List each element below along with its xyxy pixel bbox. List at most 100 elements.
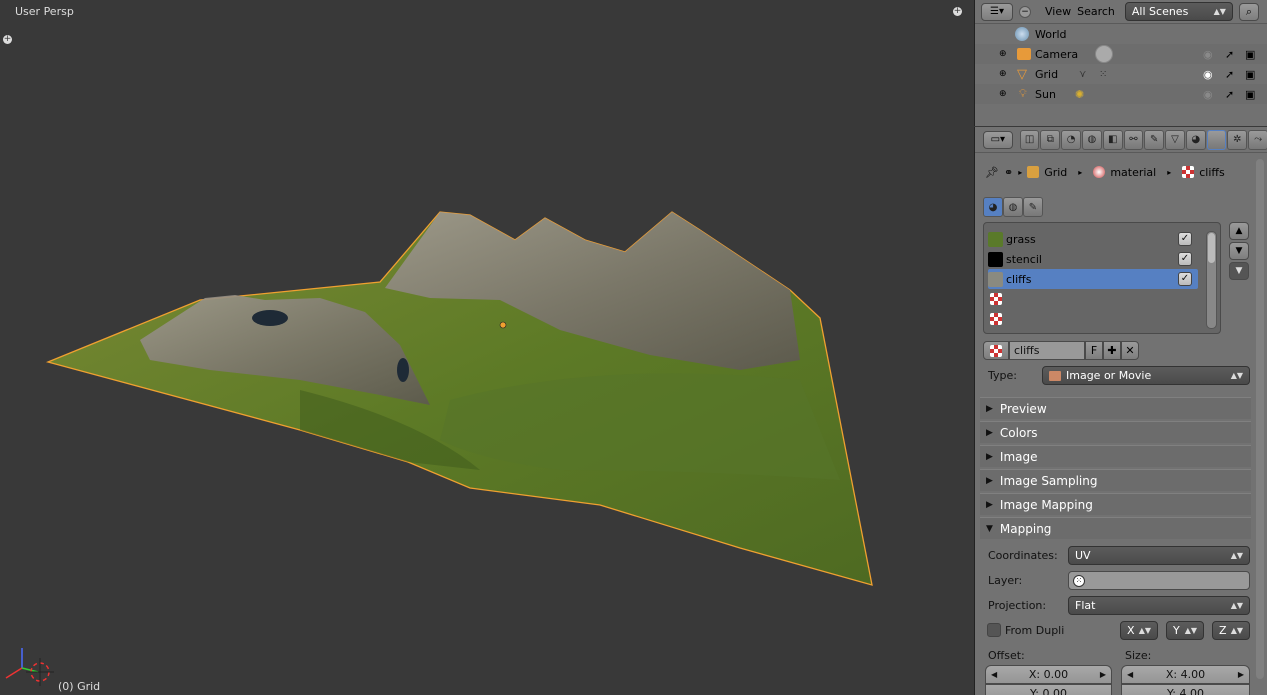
select-cursor-icon[interactable]: ➚: [1225, 68, 1234, 81]
render-camera-icon[interactable]: ▣: [1245, 68, 1255, 81]
panel-colors[interactable]: ▶ Colors: [980, 421, 1251, 443]
panel-image[interactable]: ▶ Image: [980, 445, 1251, 467]
panel-mapping[interactable]: ▼ Mapping: [980, 517, 1251, 539]
size-x-field[interactable]: ◀ X: 4.00 ▶: [1121, 665, 1250, 684]
menu-view[interactable]: View: [1045, 5, 1071, 18]
editor-type-button[interactable]: ▭▾: [983, 130, 1013, 149]
select-cursor-icon[interactable]: ➚: [1225, 88, 1234, 101]
visibility-eye-icon[interactable]: ◉: [1203, 48, 1213, 61]
world-textures-icon[interactable]: ◍: [1003, 197, 1023, 217]
breadcrumb-texture: cliffs: [1199, 165, 1225, 179]
add-icon[interactable]: ✚: [1103, 341, 1121, 360]
list-item[interactable]: grass ✓: [988, 229, 1208, 249]
decrement-icon[interactable]: ◀: [991, 666, 997, 683]
panel-preview[interactable]: ▶ Preview: [980, 397, 1251, 419]
outliner-item-camera[interactable]: ⊕ Camera ◉ ➚ ▣: [975, 44, 1267, 64]
axis-x-select[interactable]: X ▲▼: [1120, 621, 1158, 640]
texture-slot-list[interactable]: grass ✓ stencil ✓ cliffs ✓: [983, 222, 1221, 334]
expand-icon[interactable]: ⊕: [999, 89, 1007, 99]
3d-viewport[interactable]: User Persp + + (0) Grid: [0, 0, 973, 695]
terrain-mesh[interactable]: [0, 0, 973, 695]
texture-browse-button[interactable]: [983, 341, 1009, 360]
list-item[interactable]: stencil ✓: [988, 249, 1208, 269]
particles-tab-icon[interactable]: ✲: [1227, 129, 1248, 150]
move-down-icon[interactable]: ▼: [1229, 242, 1249, 260]
material-icon: [1093, 166, 1106, 178]
menu-icon[interactable]: ▼: [1229, 262, 1249, 280]
list-item-selected[interactable]: cliffs ✓: [988, 269, 1198, 289]
type-value: Image or Movie: [1066, 369, 1152, 382]
material-tab-icon[interactable]: ◕: [1185, 129, 1206, 150]
select-cursor-icon[interactable]: ➚: [1225, 48, 1234, 61]
render-camera-icon[interactable]: ▣: [1245, 88, 1255, 101]
menu-search[interactable]: Search: [1077, 5, 1115, 18]
outliner[interactable]: ☰▾ − View Search All Scenes ▲▼ ⌕ World ⊕ …: [974, 0, 1267, 126]
increment-icon[interactable]: ▶: [1100, 666, 1106, 683]
collapse-icon[interactable]: −: [1019, 5, 1031, 18]
modifiers-tab-icon[interactable]: ✎: [1144, 129, 1165, 150]
axis-y-select[interactable]: Y ▲▼: [1166, 621, 1204, 640]
coordinates-select[interactable]: UV ▲▼: [1068, 546, 1250, 565]
texture-tab-icon[interactable]: [1206, 129, 1227, 150]
outliner-item-grid[interactable]: ⊕ ▽ Grid ⋎ ⁙ ◉ ➚ ▣: [975, 64, 1267, 84]
constraints-tab-icon[interactable]: ⚯: [1123, 129, 1144, 150]
projection-select[interactable]: Flat ▲▼: [1068, 596, 1250, 615]
type-select[interactable]: Image or Movie ▲▼: [1042, 366, 1250, 385]
world-tab-icon[interactable]: ◍: [1082, 129, 1102, 150]
list-item[interactable]: [988, 309, 1208, 329]
slot-enabled-checkbox[interactable]: ✓: [1178, 252, 1192, 266]
layer-field[interactable]: ⁙: [1068, 571, 1250, 590]
slot-label: cliffs: [1006, 272, 1032, 286]
brush-textures-icon[interactable]: ✎: [1023, 197, 1043, 217]
fake-user-button[interactable]: F: [1085, 341, 1103, 360]
panel-image-sampling[interactable]: ▶ Image Sampling: [980, 469, 1251, 491]
slot-label: stencil: [1006, 252, 1042, 266]
from-dupli-checkbox[interactable]: [987, 623, 1001, 637]
texture-name-field[interactable]: cliffs: [1009, 341, 1085, 360]
scene-filter-value: All Scenes: [1131, 5, 1189, 18]
outliner-item-world[interactable]: World: [975, 24, 1267, 44]
move-up-icon[interactable]: ▲: [1229, 222, 1249, 240]
editor-type-button[interactable]: ☰▾: [981, 2, 1013, 21]
increment-icon[interactable]: ▶: [1238, 666, 1244, 683]
offset-x-field[interactable]: ◀ X: 0.00 ▶: [985, 665, 1112, 684]
slot-enabled-checkbox[interactable]: ✓: [1178, 232, 1192, 246]
render-tab-icon[interactable]: ◫: [1019, 129, 1040, 150]
item-label: World: [1035, 27, 1067, 41]
render-layers-tab-icon[interactable]: ⧉: [1040, 129, 1061, 150]
expand-icon[interactable]: ⊕: [999, 69, 1007, 79]
scene-icon: ⚭: [1003, 165, 1014, 179]
pin-icon[interactable]: 📌︎: [985, 166, 999, 179]
texture-context-buttons: ◕ ◍ ✎: [983, 197, 1043, 217]
object-tab-icon[interactable]: ◧: [1102, 129, 1123, 150]
close-icon[interactable]: ✕: [1121, 341, 1139, 360]
chevron-right-icon: ▸: [1018, 167, 1023, 177]
scrollbar-thumb[interactable]: [1208, 233, 1215, 263]
list-item[interactable]: [988, 289, 1208, 309]
search-icon[interactable]: ⌕: [1238, 2, 1259, 21]
decrement-icon[interactable]: ◀: [1127, 666, 1133, 683]
slot-enabled-checkbox[interactable]: ✓: [1178, 272, 1192, 286]
modifier-icon: ⋎: [1079, 68, 1087, 80]
visibility-eye-icon[interactable]: ◉: [1203, 88, 1213, 101]
visibility-eye-icon[interactable]: ◉: [1203, 68, 1213, 81]
data-tab-icon[interactable]: ▽: [1165, 129, 1185, 150]
size-y-field[interactable]: Y: 4.00: [1121, 684, 1250, 695]
scene-tab-icon[interactable]: ◔: [1061, 129, 1081, 150]
physics-tab-icon[interactable]: ⤳: [1248, 129, 1267, 150]
axis-z-select[interactable]: Z ▲▼: [1212, 621, 1250, 640]
material-textures-icon[interactable]: ◕: [983, 197, 1003, 217]
expand-arrow-icon: ▶: [986, 475, 993, 486]
properties-scrollbar[interactable]: [1256, 159, 1264, 679]
projection-label: Projection:: [988, 599, 1047, 612]
panel-image-mapping[interactable]: ▶ Image Mapping: [980, 493, 1251, 515]
outliner-item-sun[interactable]: ⊕ 💡︎ Sun ✺ ◉ ➚ ▣: [975, 84, 1267, 104]
world-icon: [1015, 27, 1029, 41]
list-scrollbar[interactable]: [1206, 231, 1217, 329]
chevron-right-icon: ▸: [1167, 167, 1172, 177]
expand-icon[interactable]: ⊕: [999, 49, 1007, 59]
offset-y-field[interactable]: Y: 0.00: [985, 684, 1112, 695]
render-camera-icon[interactable]: ▣: [1245, 48, 1255, 61]
scene-filter-select[interactable]: All Scenes ▲▼: [1124, 2, 1233, 21]
properties-editor[interactable]: ▭▾ ◫ ⧉ ◔ ◍ ◧ ⚯ ✎ ▽ ◕ ✲ ⤳ 📌︎ ⚭ ▸ Grid ▸ m…: [974, 127, 1267, 695]
